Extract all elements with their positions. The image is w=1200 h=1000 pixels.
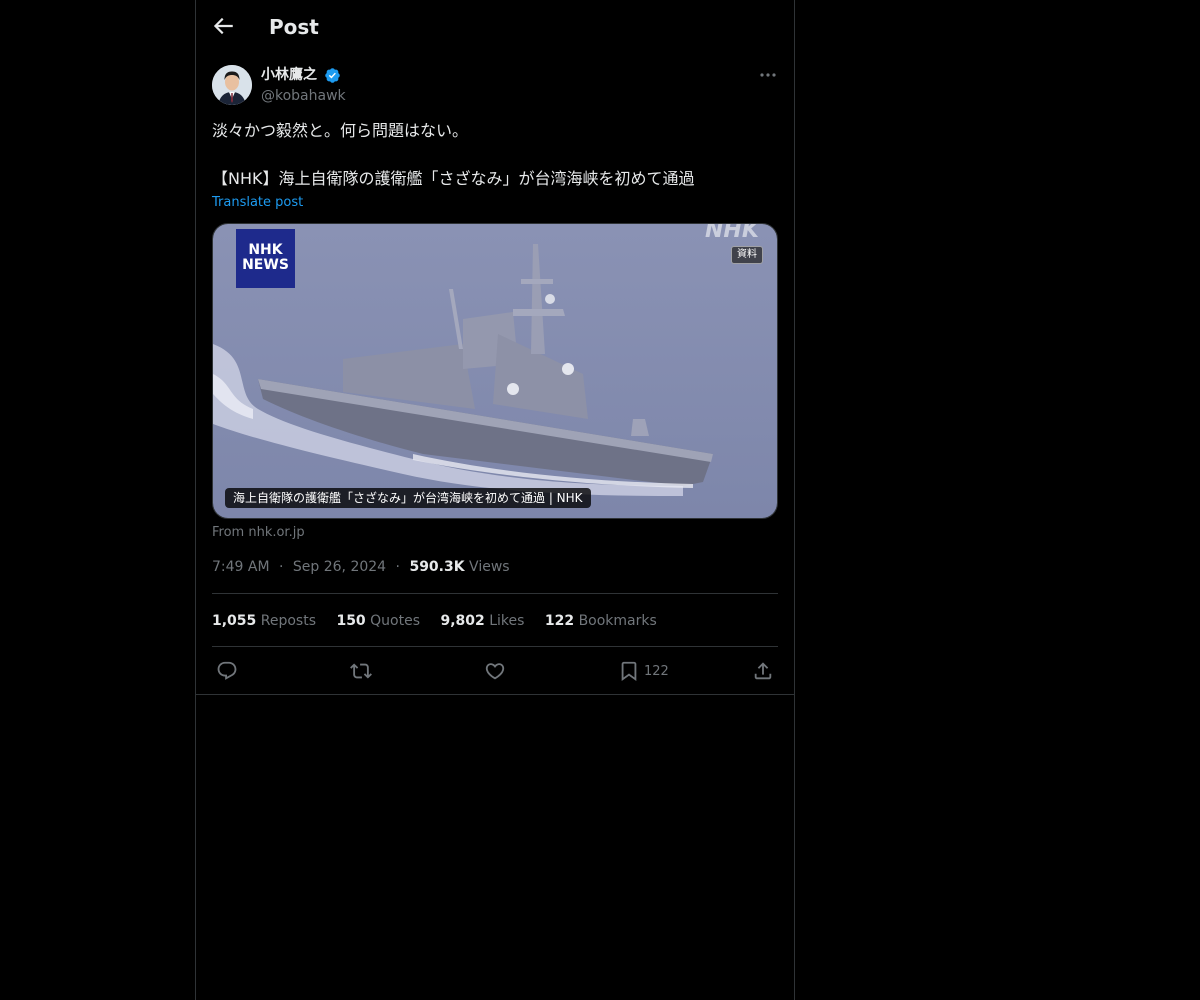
card-caption: 海上自衛隊の護衛艦「さざなみ」が台湾海峡を初めて通過 | NHK <box>225 488 591 508</box>
post-meta: 7:49 AM · Sep 26, 2024 · 590.3K Views <box>212 558 510 576</box>
avatar-portrait <box>212 65 252 105</box>
separator: · <box>395 559 400 575</box>
views-label: Views <box>469 559 510 575</box>
post-date[interactable]: Sep 26, 2024 <box>293 559 386 575</box>
stat-label: Quotes <box>370 613 420 629</box>
separator: · <box>279 559 284 575</box>
stat-label: Bookmarks <box>578 613 657 629</box>
stat-count: 150 <box>336 613 366 629</box>
reply-button[interactable] <box>216 659 238 683</box>
card-source[interactable]: From nhk.or.jp <box>212 524 305 542</box>
arrow-left-icon <box>213 17 233 35</box>
divider <box>212 646 778 647</box>
stat-quotes[interactable]: 150 Quotes <box>336 613 420 629</box>
nhk-watermark: NHK <box>705 223 759 243</box>
link-card[interactable]: NHK NEWS NHK 資料 海上自衛隊の護衛艦「さざなみ」が台湾海峡を初めて… <box>212 223 778 519</box>
card-image <box>213 224 777 518</box>
post-column: Post 小林鷹之 @kobahawk 淡々かつ毅然と。何ら問題はない。 【NH… <box>195 0 795 1000</box>
more-button[interactable] <box>756 64 780 86</box>
stat-count: 122 <box>544 613 575 629</box>
bookmark-icon <box>621 661 637 682</box>
nhk-news-logo: NHK NEWS <box>236 229 295 288</box>
repost-button[interactable] <box>350 659 372 683</box>
stat-count: 1,055 <box>212 613 257 629</box>
share-button[interactable] <box>752 659 774 683</box>
top-bar: Post <box>196 0 794 53</box>
stat-count: 9,802 <box>440 613 485 629</box>
back-button[interactable] <box>210 13 236 39</box>
stat-label: Likes <box>489 613 525 629</box>
post-time[interactable]: 7:49 AM <box>212 559 270 575</box>
stat-likes[interactable]: 9,802 Likes <box>440 613 524 629</box>
page-title: Post <box>269 15 319 39</box>
author-handle[interactable]: @kobahawk <box>261 87 346 105</box>
reply-icon <box>217 661 237 680</box>
views-count: 590.3K <box>409 559 465 575</box>
bookmark-button[interactable]: 122 <box>618 659 669 683</box>
repost-icon <box>350 663 372 679</box>
avatar[interactable] <box>212 65 252 105</box>
translate-post-link[interactable]: Translate post <box>212 194 303 212</box>
share-icon <box>754 662 772 680</box>
bookmark-count: 122 <box>644 663 669 679</box>
verified-badge-icon <box>324 67 341 84</box>
logo-line-2: NEWS <box>242 257 289 273</box>
stat-label: Reposts <box>260 613 316 629</box>
post-text: 淡々かつ毅然と。何ら問題はない。 【NHK】海上自衛隊の護衛艦「さざなみ」が台湾… <box>212 121 695 188</box>
like-button[interactable] <box>484 659 506 683</box>
heart-icon <box>485 663 505 680</box>
engagement-stats: 1,055 Reposts 150 Quotes 9,802 Likes 122… <box>212 612 673 630</box>
logo-line-1: NHK <box>248 242 283 258</box>
divider <box>212 593 778 594</box>
stat-bookmarks[interactable]: 122 Bookmarks <box>545 613 657 629</box>
author-name[interactable]: 小林鷹之 <box>261 66 317 84</box>
stat-reposts[interactable]: 1,055 Reposts <box>212 613 316 629</box>
archive-badge: 資料 <box>731 246 763 264</box>
divider <box>196 694 794 695</box>
more-horizontal-icon <box>760 73 776 77</box>
